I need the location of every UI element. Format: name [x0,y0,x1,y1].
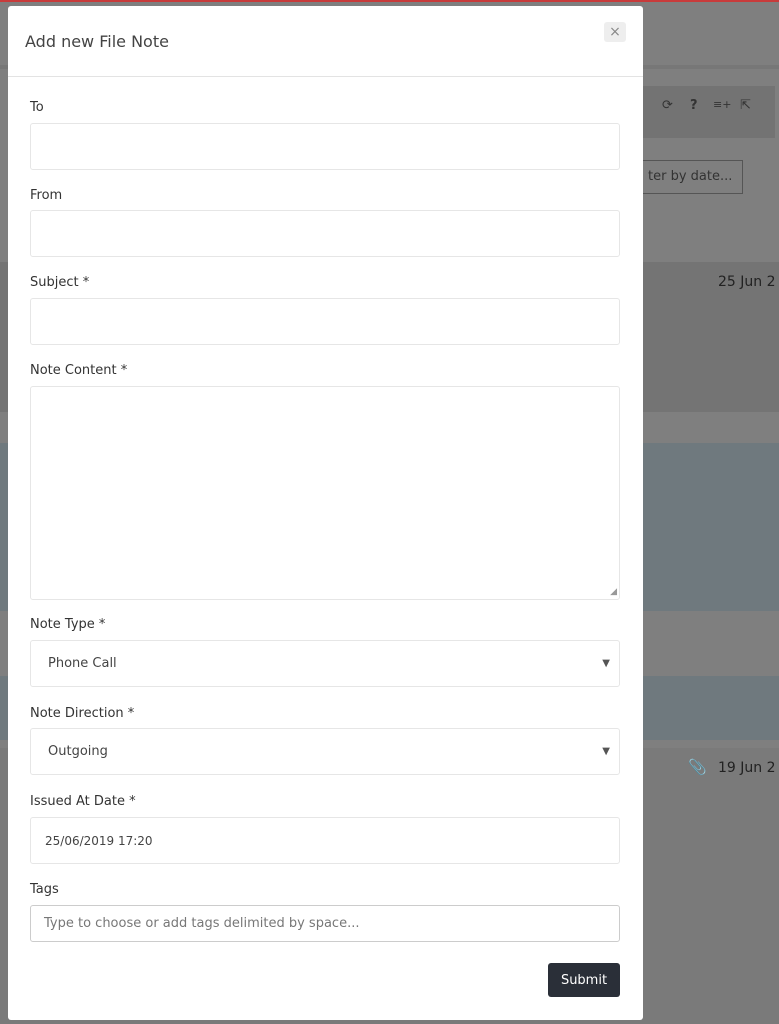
note-type-label: Note Type * [30,617,106,632]
help-icon[interactable]: ? [690,98,698,113]
from-input[interactable] [30,210,620,257]
export-icon[interactable]: ⇱ [740,98,751,113]
caret-down-icon: ▼ [602,658,610,669]
note-direction-value: Outgoing [48,744,108,759]
issued-date-input[interactable]: 25/06/2019 17:20 [30,817,620,864]
issued-date-label: Issued At Date * [30,794,136,809]
row-date: 25 Jun 2 [718,274,776,290]
from-label: From [30,188,63,203]
subject-label: Subject * [30,275,90,290]
top-accent [0,0,779,2]
to-input[interactable] [30,123,620,170]
note-direction-select[interactable]: Outgoing ▼ [30,728,620,775]
note-direction-label: Note Direction * [30,706,135,721]
modal-header: Add new File Note × [8,6,643,77]
close-button[interactable]: × [604,22,626,42]
refresh-icon[interactable]: ⟳ [662,98,673,113]
modal-title: Add new File Note [25,32,169,51]
note-content-textarea[interactable]: ◢ [30,386,620,600]
add-list-icon[interactable]: ≡+ [713,98,731,111]
tags-label: Tags [30,882,59,897]
paperclip-icon: 📎 [688,758,707,776]
add-file-note-modal: Add new File Note × To From Subject * No… [8,6,643,1020]
submit-button[interactable]: Submit [548,963,620,997]
subject-input[interactable] [30,298,620,345]
row-date: 19 Jun 2 [718,760,776,776]
note-type-value: Phone Call [48,656,117,671]
note-type-select[interactable]: Phone Call ▼ [30,640,620,687]
to-label: To [30,100,44,115]
caret-down-icon: ▼ [602,746,610,757]
note-content-label: Note Content * [30,363,128,378]
tags-input[interactable]: Type to choose or add tags delimited by … [30,905,620,942]
resize-handle-icon[interactable]: ◢ [610,587,617,597]
